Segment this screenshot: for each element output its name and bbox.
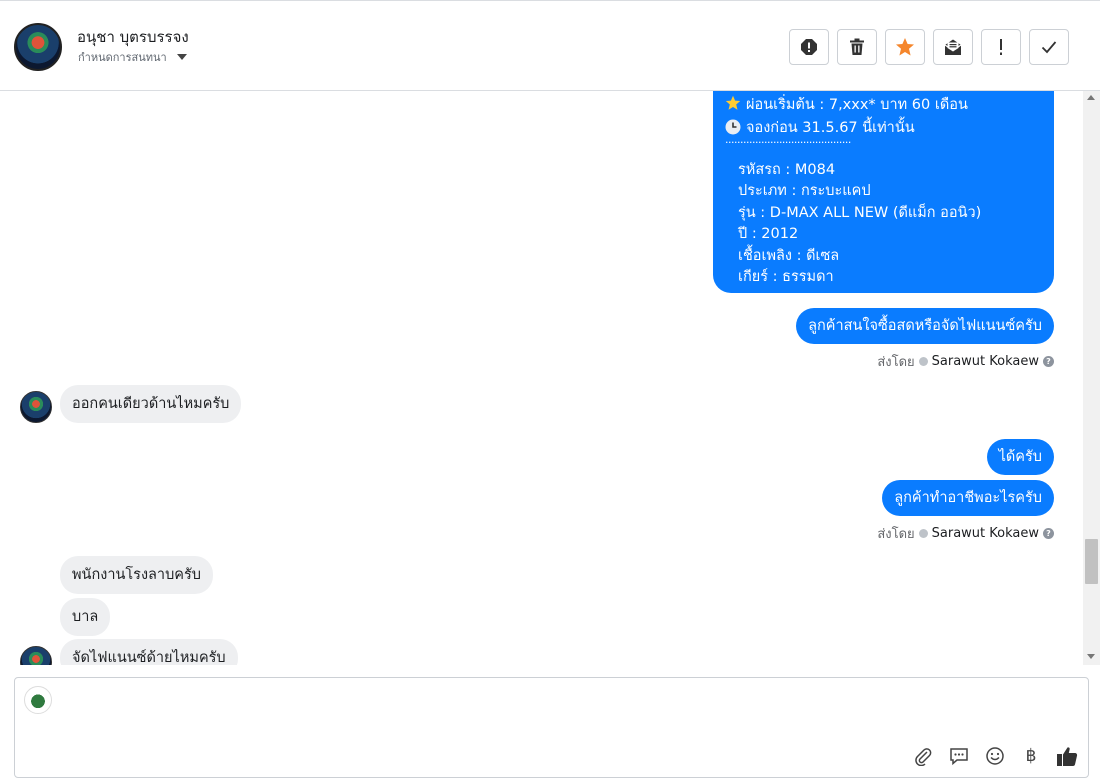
star-icon	[896, 38, 914, 56]
trash-icon	[850, 38, 864, 55]
outgoing-message-card: ผ่อนเริ่มต้น : 7,xxx* บาท 60 เดือน จองก่…	[713, 91, 1054, 293]
contact-avatar[interactable]	[14, 23, 62, 71]
baht-icon: ฿	[1025, 746, 1037, 766]
toolbar	[789, 29, 1069, 65]
emoji-icon	[986, 747, 1004, 765]
sent-by-info: ส่งโดย Sarawut Kokaew ?	[877, 523, 1054, 544]
sent-check-icon	[918, 529, 928, 538]
envelope-open-icon	[944, 39, 962, 55]
spam-button[interactable]	[789, 29, 829, 65]
saved-reply-icon	[950, 748, 968, 766]
card-installment-text: ผ่อนเริ่มต้น : 7,xxx* บาท 60 เดือน	[746, 97, 968, 113]
caret-down-icon	[176, 54, 187, 60]
card-gear: เกียร์ : ธรรมดา	[738, 269, 834, 285]
like-button[interactable]	[1056, 745, 1078, 767]
conversation-assign-label: กำหนดการสนทนา	[78, 51, 167, 64]
outgoing-message: ลูกค้าสนใจซื้อสดหรือจัดไฟแนนซ์ครับ	[796, 308, 1054, 344]
conversation-header: อนุชา บุตรบรรจง กำหนดการสนทนา	[0, 0, 1100, 91]
contact-avatar-small	[20, 646, 52, 665]
emoji-button[interactable]	[984, 745, 1006, 767]
composer-actions: ฿	[912, 745, 1078, 767]
sent-by-name: Sarawut Kokaew	[931, 354, 1039, 369]
card-divider: ........................................…	[725, 133, 851, 146]
incoming-message: บาล	[60, 598, 111, 636]
page-avatar	[24, 686, 52, 714]
contact-name[interactable]: อนุชา บุตรบรรจง	[77, 25, 189, 49]
outgoing-message: ลูกค้าทำอาชีพอะไรครับ	[882, 480, 1054, 516]
message-input[interactable]	[63, 688, 883, 728]
message-composer[interactable]: ฿	[14, 677, 1089, 778]
important-button[interactable]	[981, 29, 1021, 65]
delete-button[interactable]	[837, 29, 877, 65]
help-icon[interactable]: ?	[1043, 528, 1054, 539]
like-icon	[1057, 747, 1078, 766]
attachment-button[interactable]	[912, 745, 934, 767]
card-code: รหัสรถ : M084	[738, 162, 836, 178]
attachment-icon	[915, 748, 932, 766]
star-button[interactable]	[885, 29, 925, 65]
sent-check-icon	[918, 357, 928, 366]
thread-scrollbar[interactable]	[1083, 91, 1100, 665]
sent-by-label: ส่งโดย	[877, 527, 915, 542]
help-icon[interactable]: ?	[1043, 356, 1054, 367]
alert-octagon-icon	[801, 39, 817, 55]
star-emoji-icon	[725, 95, 741, 110]
sent-by-info: ส่งโดย Sarawut Kokaew ?	[877, 351, 1054, 372]
card-fuel: เชื้อเพลิง : ดีเซล	[738, 248, 840, 264]
incoming-message: ออกคนเดียวด้านไหมครับ	[60, 385, 242, 423]
scroll-thumb[interactable]	[1085, 539, 1098, 584]
done-button[interactable]	[1029, 29, 1069, 65]
scroll-down-icon[interactable]	[1087, 654, 1095, 659]
contact-avatar-small	[20, 391, 52, 423]
incoming-message: จัดไฟแนนซ์ด้ายไหมครับ	[60, 639, 238, 665]
card-line-installment: ผ่อนเริ่มต้น : 7,xxx* บาท 60 เดือน	[725, 93, 968, 116]
exclamation-icon	[1000, 39, 1002, 55]
card-model: รุ่น : D-MAX ALL NEW (ดีแม็ก ออนิว)	[738, 205, 982, 221]
scroll-up-icon[interactable]	[1087, 95, 1095, 100]
card-type: ประเภท : กระบะแคป	[738, 183, 871, 199]
mark-unread-button[interactable]	[933, 29, 973, 65]
card-year: ปี : 2012	[738, 226, 799, 242]
message-thread[interactable]: ผ่อนเริ่มต้น : 7,xxx* บาท 60 เดือน จองก่…	[0, 91, 1100, 665]
payment-button[interactable]: ฿	[1020, 745, 1042, 767]
checkmark-icon	[1041, 41, 1057, 54]
sent-by-label: ส่งโดย	[877, 355, 915, 370]
incoming-message: พนักงานโรงลาบครับ	[60, 556, 213, 594]
conversation-assign-dropdown[interactable]: กำหนดการสนทนา	[78, 48, 187, 66]
outgoing-message: ได้ครับ	[986, 439, 1054, 475]
saved-reply-button[interactable]	[948, 745, 970, 767]
sent-by-name: Sarawut Kokaew	[931, 526, 1039, 541]
